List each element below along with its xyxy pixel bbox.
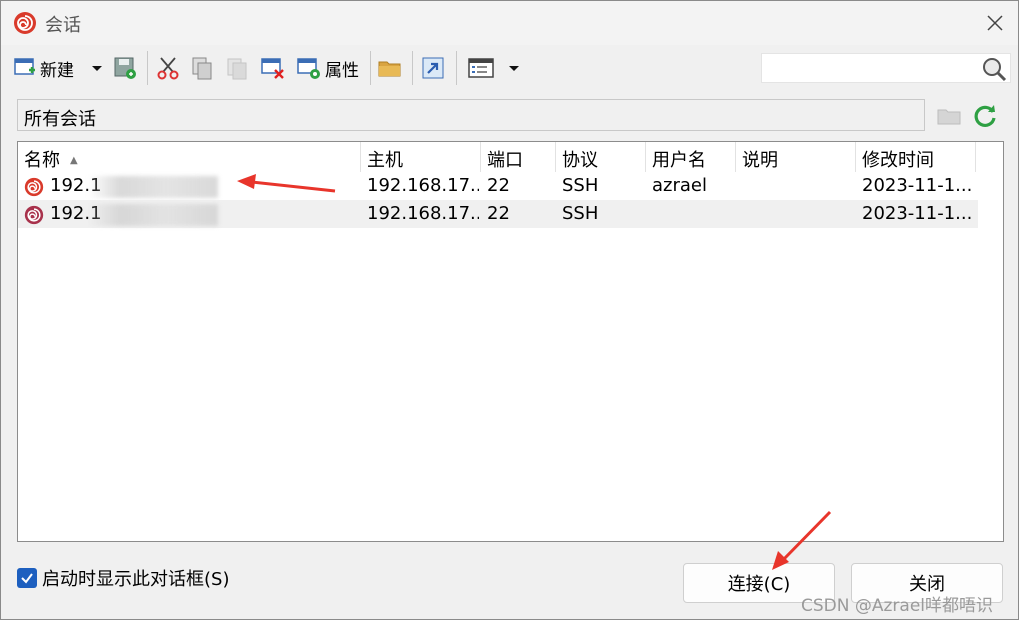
show-on-startup-label: 启动时显示此对话框(S) (42, 569, 230, 590)
paste-icon (227, 58, 247, 80)
session-dialog: 会话 新建 属性 所有会话 名称 ▲ 主机 端口 协议 用户名 说明 修改时间 … (0, 0, 1019, 620)
copy-icon (192, 57, 212, 80)
column-header-protocol[interactable]: 协议 (556, 142, 646, 172)
session-list: 名称 ▲ 主机 端口 协议 用户名 说明 修改时间 192.1 192.168.1… (17, 141, 1004, 542)
session-protocol: SSH (562, 175, 599, 196)
shortcut-icon (422, 57, 444, 79)
save-icon (114, 57, 136, 79)
copy-button[interactable] (189, 53, 215, 83)
refresh-icon (974, 105, 996, 127)
redaction-blur (88, 176, 218, 198)
table-header: 名称 ▲ 主机 端口 协议 用户名 说明 修改时间 (18, 142, 1003, 172)
dropdown-arrow-icon (92, 66, 102, 71)
new-session-dropdown[interactable] (89, 53, 105, 83)
open-folder-icon (378, 61, 401, 77)
show-on-startup-checkbox[interactable]: 启动时显示此对话框(S) (17, 567, 230, 590)
view-dropdown[interactable] (506, 53, 522, 83)
session-username: azrael (652, 175, 707, 196)
column-header-username[interactable]: 用户名 (646, 142, 736, 172)
new-session-button[interactable]: 新建 (13, 53, 74, 83)
properties-icon (297, 58, 320, 79)
paste-button[interactable] (224, 53, 250, 83)
toolbar: 新建 属性 (1, 45, 1018, 91)
folder-up-icon (937, 109, 961, 125)
new-session-label: 新建 (40, 60, 74, 81)
session-description (736, 200, 854, 228)
column-header-modified[interactable]: 修改时间 (856, 142, 976, 172)
session-host: 192.168.17... (367, 203, 479, 224)
delete-button[interactable] (260, 53, 286, 83)
cut-button[interactable] (155, 53, 181, 83)
column-header-port[interactable]: 端口 (481, 142, 556, 172)
view-icon (468, 58, 494, 78)
dropdown-arrow-icon (509, 66, 519, 71)
parent-folder-button[interactable] (935, 102, 963, 130)
xshell-shell-icon (14, 12, 36, 34)
xshell-shell-icon (24, 205, 44, 225)
session-modified: 2023-11-1... (862, 175, 973, 196)
session-path-field[interactable]: 所有会话 (17, 99, 925, 131)
session-host: 192.168.17... (367, 175, 479, 196)
checkbox-checked-icon (17, 568, 37, 588)
column-header-name[interactable]: 名称 ▲ (18, 142, 361, 172)
search-input[interactable] (761, 53, 1011, 83)
properties-button[interactable]: 属性 (296, 53, 359, 83)
view-button[interactable] (467, 53, 495, 83)
table-row[interactable]: 192.1 192.168.17... 22 SSH azrael 2023-1… (18, 172, 978, 200)
open-folder-button[interactable] (377, 53, 403, 83)
close-icon (987, 15, 1003, 31)
column-header-description[interactable]: 说明 (736, 142, 856, 172)
cut-icon (157, 57, 179, 80)
session-port: 22 (487, 175, 510, 196)
window-title: 会话 (45, 15, 81, 36)
table-row[interactable]: 192.1 192.168.17... 22 SSH 2023-11-1... (18, 200, 978, 228)
column-header-host[interactable]: 主机 (361, 142, 481, 172)
delete-icon (261, 58, 284, 79)
new-session-icon (14, 58, 35, 75)
refresh-button[interactable] (971, 102, 999, 130)
session-protocol: SSH (562, 203, 599, 224)
close-button[interactable] (978, 7, 1012, 39)
sort-ascending-icon: ▲ (70, 155, 78, 166)
xshell-shell-icon (24, 177, 44, 197)
watermark: CSDN @Azrael咩都唔识 (801, 596, 994, 616)
session-username (646, 200, 734, 228)
session-description (736, 172, 854, 200)
session-port: 22 (487, 203, 510, 224)
redaction-blur (88, 204, 218, 226)
title-bar: 会话 (1, 1, 1018, 45)
shortcut-button[interactable] (420, 53, 446, 83)
session-modified: 2023-11-1... (862, 203, 973, 224)
save-button[interactable] (112, 53, 138, 83)
properties-label: 属性 (325, 60, 359, 81)
column-header-name-label: 名称 (24, 150, 60, 171)
search-icon[interactable] (980, 55, 1008, 83)
